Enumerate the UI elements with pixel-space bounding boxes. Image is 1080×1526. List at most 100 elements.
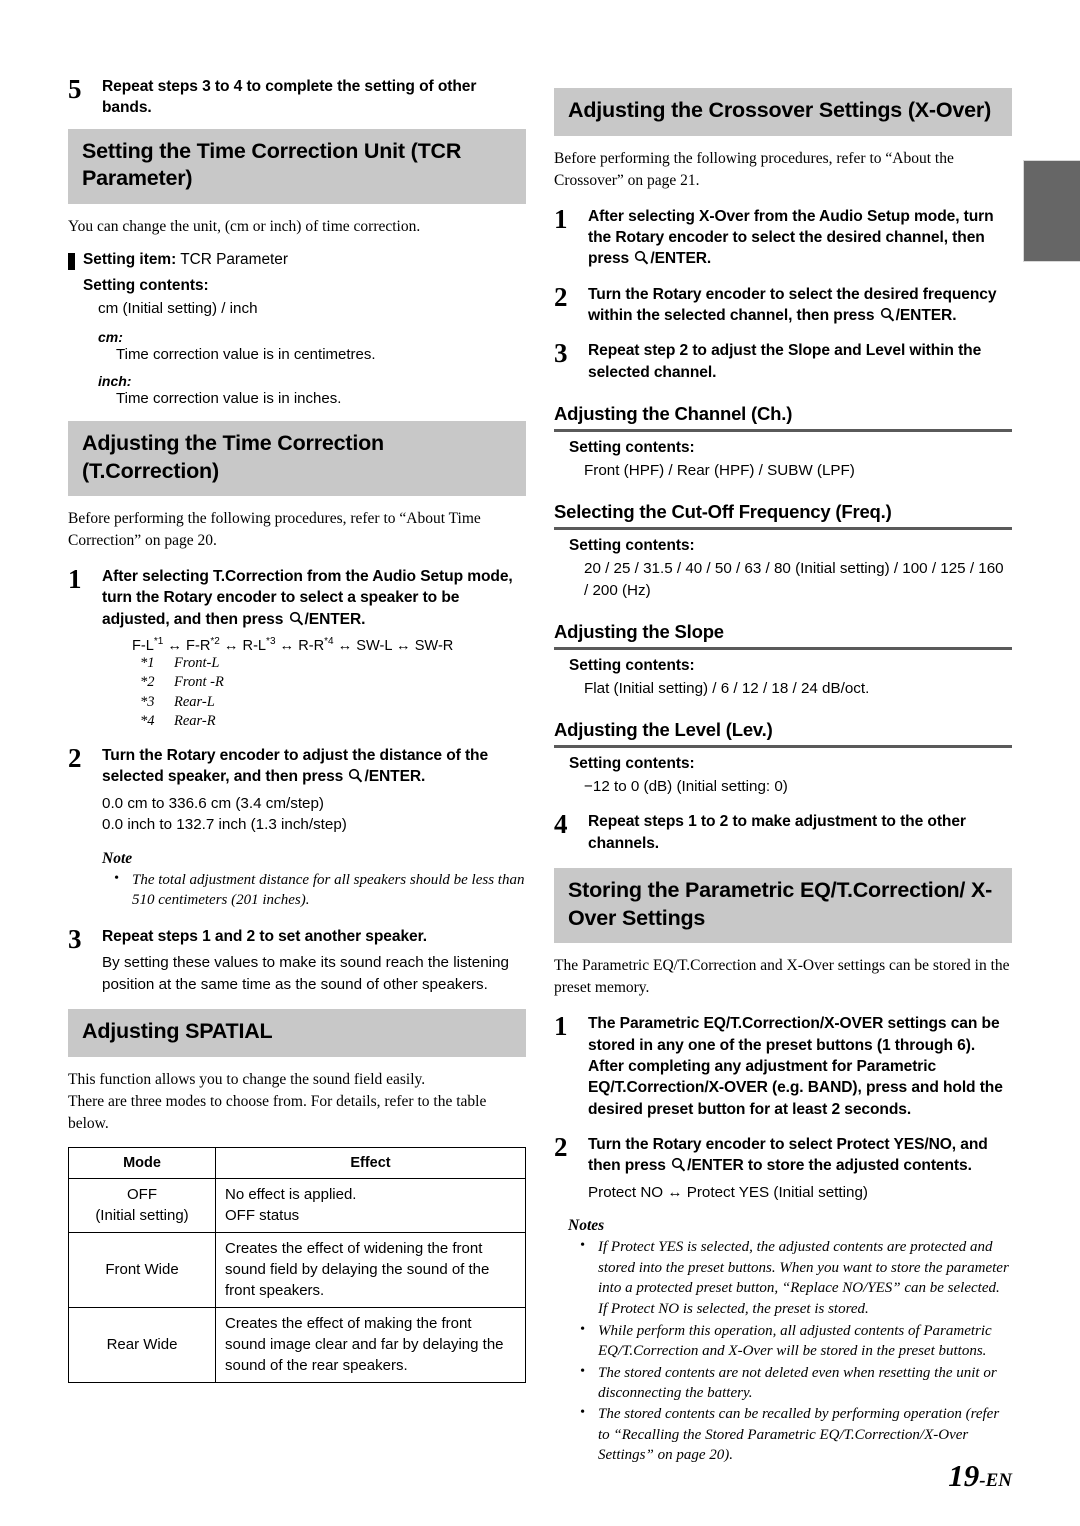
note-item: If Protect YES is selected, the adjusted… <box>568 1236 1012 1298</box>
step-number: 2 <box>554 281 568 312</box>
range-cm: 0.0 cm to 336.6 cm (3.4 cm/step) <box>102 794 324 812</box>
step-text: Repeat step 2 to adjust the Slope and Le… <box>588 342 982 381</box>
rotary-encoder-term: Rotary encoder <box>615 228 729 246</box>
setting-contents-value: cm (Initial setting) / inch <box>98 299 258 317</box>
magnifier-icon <box>348 768 363 783</box>
rotary-encoder-term: Rotary encoder <box>652 1135 766 1153</box>
spatial-modes-table: Mode Effect OFF (Initial setting) No effe… <box>68 1146 526 1384</box>
heading-storing-settings: Storing the Parametric EQ/T.Correction/ … <box>554 868 1012 944</box>
footnote-4: *4 Rear-R <box>140 712 526 731</box>
step-text: After selecting X-Over from the Audio Se… <box>588 206 1012 270</box>
note-item: The stored contents can be recalled by p… <box>568 1403 1012 1465</box>
footnote-text: Front -R <box>174 674 224 691</box>
subheading-slope: Adjusting the Slope <box>554 621 1012 650</box>
footnote-3: *3 Rear-L <box>140 693 526 712</box>
setting-contents-label: Setting contents: <box>569 656 695 674</box>
cell-mode: Front Wide <box>68 1232 216 1309</box>
footnote-text: Rear-L <box>174 693 215 710</box>
table-row: Rear Wide Creates the effect of making t… <box>68 1307 526 1384</box>
step-text-c: /ENTER. <box>895 306 957 324</box>
step-text-a: Turn the <box>588 1135 653 1153</box>
footnote-mark: *4 <box>140 712 155 729</box>
subheading-cutoff-frequency: Selecting the Cut-Off Frequency (Freq.) <box>554 501 1012 531</box>
magnifier-icon <box>634 250 649 265</box>
spatial-intro-line1: This function allows you to change the s… <box>68 1070 426 1088</box>
setting-contents-value: −12 to 0 (dB) (Initial setting: 0) <box>584 778 788 796</box>
step-number: 5 <box>68 74 82 104</box>
spatial-intro-line2: There are three modes to choose from. Fo… <box>68 1092 487 1132</box>
setting-contents-label: Setting contents: <box>83 276 209 294</box>
definition-term-inch: inch: <box>98 373 132 390</box>
magnifier-icon <box>880 307 895 322</box>
folio-number: 19 <box>948 1458 980 1493</box>
step-text: After selecting T.Correction from the Au… <box>102 566 526 630</box>
notes-title: Notes <box>568 1217 605 1235</box>
step-number: 3 <box>554 338 568 369</box>
step-text-c: /ENTER. <box>304 610 366 628</box>
chapter-thumb-tab <box>1023 160 1080 262</box>
two-column-layout: 5 Repeat steps 3 to 4 to complete the se… <box>68 62 1012 1467</box>
crossover-intro: Before performing the following procedur… <box>554 149 954 189</box>
step-3-crossover: 3 Repeat step 2 to adjust the Slope and … <box>554 340 1012 383</box>
note-list: The total adjustment distance for all sp… <box>102 869 526 911</box>
step-2-crossover: 2 Turn the Rotary encoder to select the … <box>554 281 1012 327</box>
setting-contents-label: Setting contents: <box>569 755 695 773</box>
setting-contents-value: 20 / 25 / 31.5 / 40 / 50 / 63 / 80 (Init… <box>584 560 1004 599</box>
step-text-c: /ENTER <box>687 1157 744 1175</box>
step-text: Turn the Rotary encoder to adjust the di… <box>102 745 526 788</box>
tcr-intro: You can change the unit, (cm or inch) of… <box>68 217 421 235</box>
left-column: 5 Repeat steps 3 to 4 to complete the se… <box>68 62 526 1467</box>
step-text-c: /ENTER. <box>650 250 712 268</box>
step-3-time-correction: 3 Repeat steps 1 and 2 to set another sp… <box>68 923 526 996</box>
step-5: 5 Repeat steps 3 to 4 to complete the se… <box>68 76 526 119</box>
table-header-row: Mode Effect <box>68 1146 526 1179</box>
step-text-a: Turn the <box>102 747 167 765</box>
step-number: 2 <box>68 743 82 774</box>
note-title: Note <box>102 850 133 867</box>
step-subtext: By setting these values to make its soun… <box>102 954 509 993</box>
step-text-c: /ENTER. <box>364 768 426 786</box>
step-1-time-correction: 1 After selecting T.Correction from the … <box>68 566 526 731</box>
subheading-level: Adjusting the Level (Lev.) <box>554 719 1012 749</box>
step-number: 1 <box>68 564 82 595</box>
rotary-encoder-term: Rotary encoder <box>652 285 766 303</box>
heading-time-correction: Adjusting the Time Correction (T.Correct… <box>68 421 526 497</box>
step-text-b: ( <box>872 1036 882 1054</box>
cell-effect: Creates the effect of making the front s… <box>215 1307 526 1384</box>
note-item: If Protect NO is selected, the preset is… <box>598 1301 869 1318</box>
notes-list: If Protect YES is selected, the adjusted… <box>554 1236 1012 1465</box>
step-1-crossover: 1 After selecting X-Over from the Audio … <box>554 203 1012 270</box>
step-text-a: Turn the <box>588 285 653 303</box>
heading-crossover-settings: Adjusting the Crossover Settings (X-Over… <box>554 88 1012 136</box>
protect-toggle-values: Protect NO ↔ Protect YES (Initial settin… <box>588 1183 868 1201</box>
footnote-mark: *1 <box>140 655 155 671</box>
cell-mode: OFF (Initial setting) <box>68 1177 216 1234</box>
step-text: Repeat steps 1 and 2 to set another spea… <box>102 927 427 945</box>
setting-contents-label: Setting contents: <box>569 537 695 555</box>
table-row: OFF (Initial setting) No effect is applie… <box>68 1177 526 1234</box>
setting-item-row: Setting item: TCR Parameter <box>68 251 526 270</box>
column-header-mode: Mode <box>68 1146 216 1179</box>
step-number: 2 <box>554 1131 568 1162</box>
step-text: Turn the Rotary encoder to select Protec… <box>588 1134 1012 1177</box>
step-text: Turn the Rotary encoder to select the de… <box>588 284 1012 327</box>
note-item: The stored contents are not deleted even… <box>568 1362 1012 1404</box>
step-text: Repeat steps 1 to 2 to make adjustment t… <box>588 813 966 852</box>
step-text: Repeat steps 3 to 4 to complete the sett… <box>102 78 477 117</box>
footnote-2: *2 Front -R <box>140 673 526 692</box>
preset-range-term: 1 through 6 <box>881 1036 966 1054</box>
page-folio: 19-EN <box>948 1458 1012 1494</box>
magnifier-icon <box>289 611 304 626</box>
step-number: 3 <box>68 923 82 954</box>
heading-tcr-parameter: Setting the Time Correction Unit (TCR Pa… <box>68 128 526 204</box>
rotary-encoder-term: Rotary encoder <box>163 589 277 607</box>
step-number: 1 <box>554 1011 568 1042</box>
definition-term-cm: cm: <box>98 329 123 346</box>
note-item: While perform this operation, all adjust… <box>568 1320 1012 1362</box>
range-inch: 0.0 inch to 132.7 inch (1.3 inch/step) <box>102 816 347 834</box>
manual-page: 5 Repeat steps 3 to 4 to complete the se… <box>0 0 1080 1526</box>
note-item: The total adjustment distance for all sp… <box>102 869 526 911</box>
time-correction-intro: Before performing the following procedur… <box>68 510 481 550</box>
storing-intro: The Parametric EQ/T.Correction and X-Ove… <box>554 957 1010 997</box>
step-number: 1 <box>554 203 568 234</box>
